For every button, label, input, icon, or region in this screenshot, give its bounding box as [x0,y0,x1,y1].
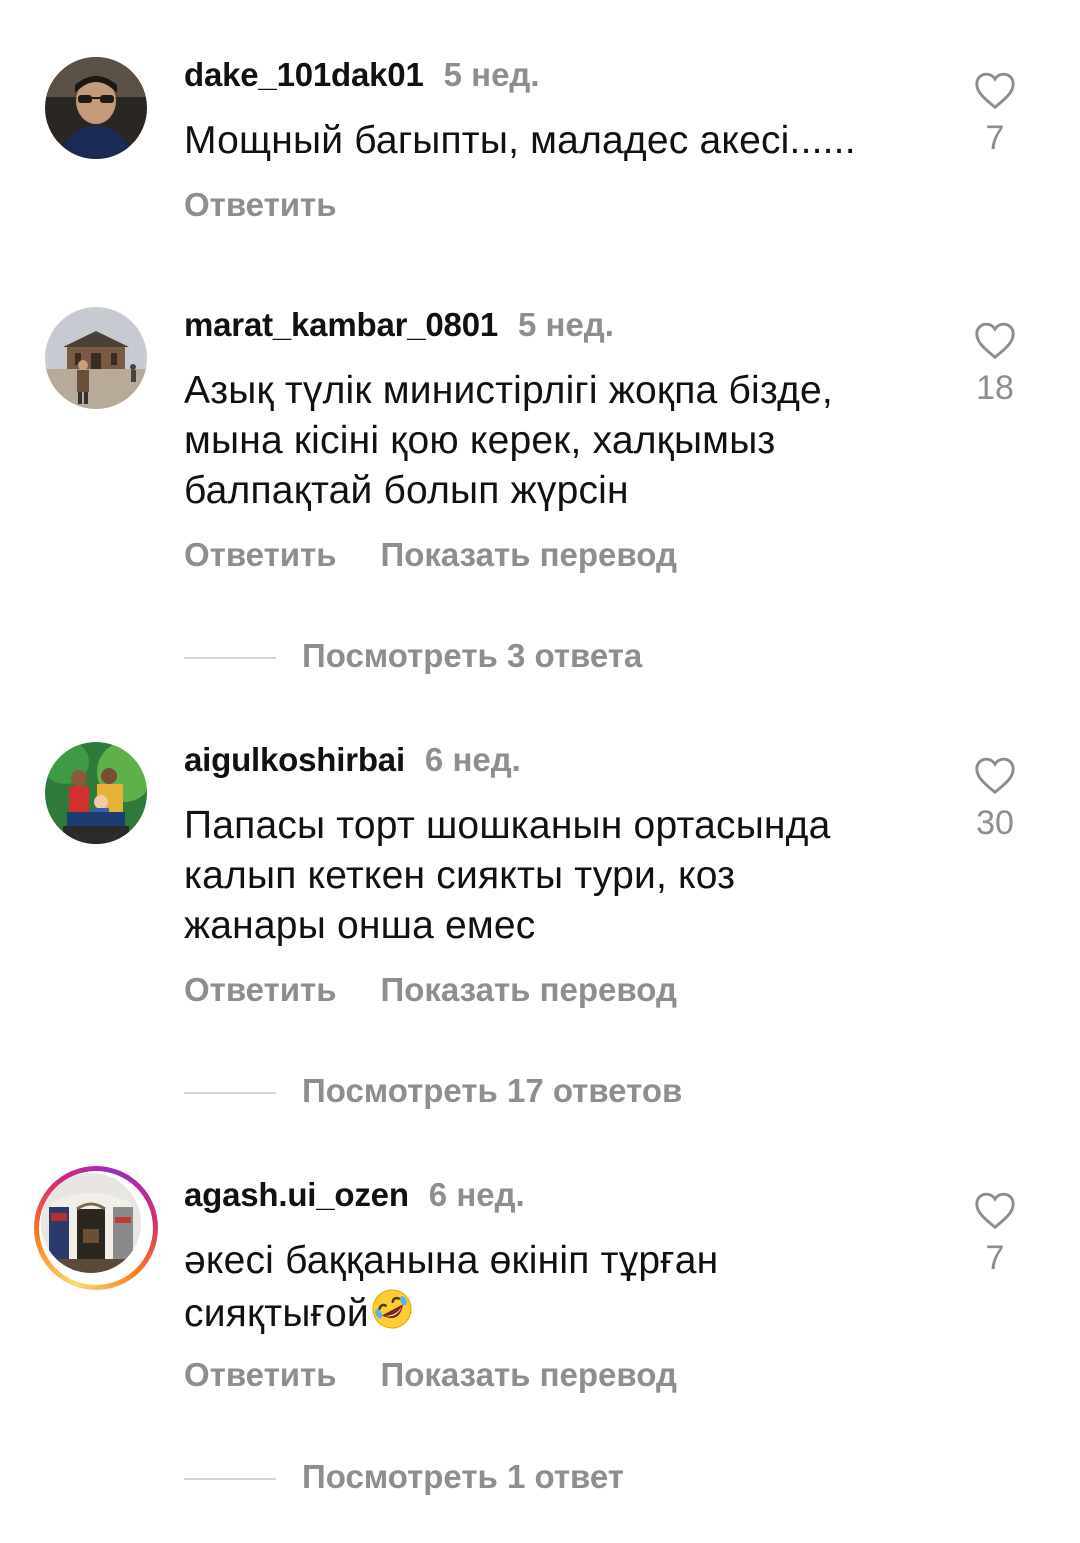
timestamp: 6 нед. [428,1176,525,1213]
comment-text-line: сияқтығой [184,1292,369,1335]
replies-divider-line [184,1478,276,1480]
comment-text-line-with-emoji: сияқтығой [184,1286,944,1345]
username[interactable]: agash.ui_ozen [184,1176,409,1213]
comment-actions: Ответить Показать перевод [184,1356,721,1394]
comment-item: agash.ui_ozen 6 нед. әкесі баққанына өкін… [0,0,1080,1543]
comment-text-line: әкесі баққанына өкініп тұрған [184,1239,719,1282]
reply-button[interactable]: Ответить [184,1356,337,1394]
heart-outline-icon[interactable] [973,1190,1017,1230]
show-translation-button[interactable]: Показать перевод [381,1356,677,1394]
user-avatar[interactable] [41,1173,141,1273]
story-ring-avatar[interactable] [34,1166,158,1290]
comment-meta: agash.ui_ozen 6 нед. [184,1175,525,1215]
like-count: 7 [985,1239,1005,1277]
view-replies-label[interactable]: Посмотреть 1 ответ [302,1457,624,1497]
rolling-on-floor-laughing-emoji [369,1286,415,1345]
like-control: 7 [968,1190,1022,1278]
comment-text: әкесі баққанына өкініп тұрған сияқтығой [184,1236,944,1345]
